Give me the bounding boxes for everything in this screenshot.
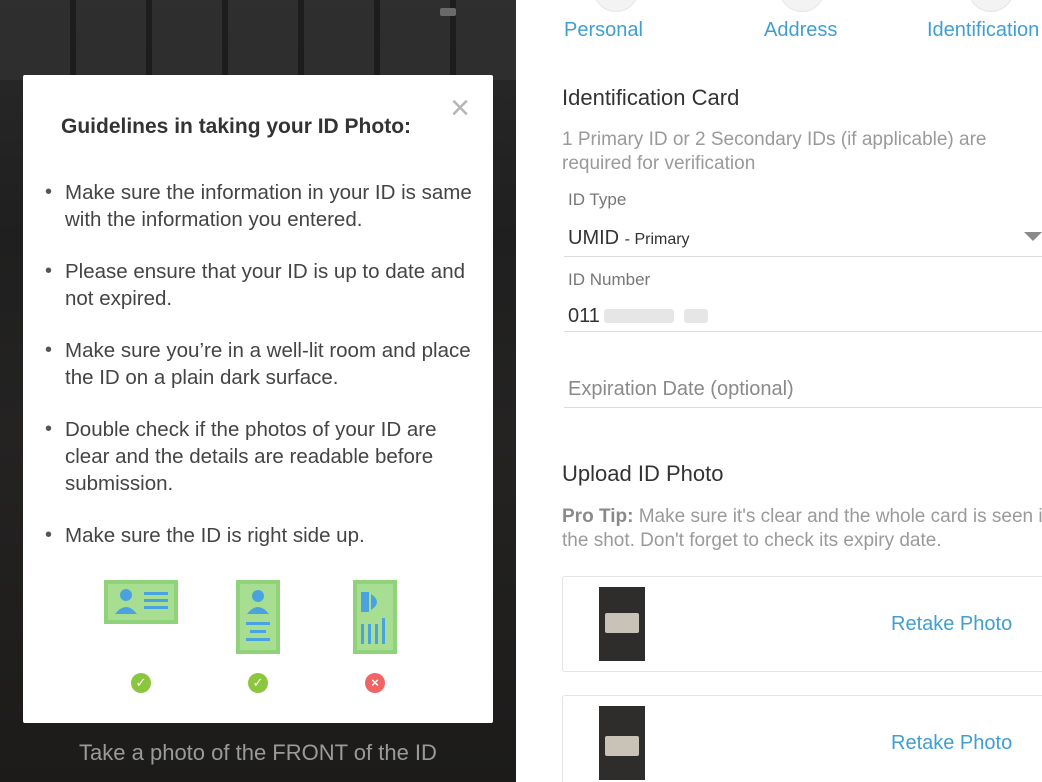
pro-tip-text: Make sure it's clear and the whole card … bbox=[562, 506, 1042, 551]
step-address[interactable]: Address bbox=[764, 19, 837, 42]
photo-thumbnail[interactable] bbox=[599, 706, 645, 780]
id-number-underline bbox=[564, 331, 1042, 332]
check-icon: ✓ bbox=[248, 673, 268, 693]
step-identification[interactable]: Identification bbox=[927, 19, 1039, 42]
guideline-item: • Double check if the photos of your ID … bbox=[45, 416, 475, 497]
id-type-underline bbox=[564, 256, 1042, 257]
example-rotated: × bbox=[353, 580, 397, 693]
upload-id-photo-title: Upload ID Photo bbox=[562, 461, 724, 486]
redacted-value bbox=[604, 309, 674, 323]
id-number-input[interactable]: 011 bbox=[568, 305, 600, 328]
id-landscape-icon bbox=[104, 580, 178, 624]
identification-card-title: Identification Card bbox=[562, 85, 740, 110]
id-type-select[interactable]: UMID - Primary bbox=[568, 227, 690, 250]
bullet-icon: • bbox=[45, 524, 53, 546]
expiration-date-input[interactable]: Expiration Date (optional) bbox=[568, 378, 794, 401]
id-type-label: ID Type bbox=[568, 190, 627, 209]
step-indicator-identification bbox=[968, 0, 1014, 12]
guideline-item: • Make sure you’re in a well-lit room an… bbox=[45, 337, 475, 391]
identification-subtitle: 1 Primary ID or 2 Secondary IDs (if appl… bbox=[562, 129, 987, 174]
bullet-icon: • bbox=[45, 339, 53, 361]
bullet-icon: • bbox=[45, 260, 53, 282]
camera-background-detail bbox=[440, 8, 456, 16]
chevron-down-icon[interactable] bbox=[1024, 232, 1042, 241]
step-personal[interactable]: Personal bbox=[564, 19, 643, 42]
camera-background bbox=[0, 0, 516, 80]
id-portrait-icon bbox=[236, 580, 280, 654]
guideline-text: Double check if the photos of your ID ar… bbox=[65, 418, 437, 495]
guideline-list: • Make sure the information in your ID i… bbox=[45, 179, 475, 574]
step-indicator-address bbox=[779, 0, 825, 12]
cross-icon: × bbox=[365, 673, 385, 693]
uploaded-photo-card: Retake Photo bbox=[562, 695, 1042, 782]
check-icon: ✓ bbox=[131, 673, 151, 693]
guideline-text: Make sure the information in your ID is … bbox=[65, 181, 472, 231]
id-type-suffix: - Primary bbox=[624, 231, 690, 248]
bullet-icon: • bbox=[45, 418, 53, 440]
pro-tip: Pro Tip: Make sure it's clear and the wh… bbox=[562, 505, 1042, 553]
id-rotated-icon bbox=[353, 580, 397, 654]
expiration-date-underline bbox=[564, 407, 1042, 408]
photo-thumbnail[interactable] bbox=[599, 587, 645, 661]
guideline-text: Please ensure that your ID is up to date… bbox=[65, 260, 466, 310]
pro-tip-label: Pro Tip: bbox=[562, 506, 634, 527]
id-orientation-examples: ✓ ✓ × bbox=[23, 580, 493, 700]
id-card-thumbnail bbox=[605, 613, 639, 633]
camera-caption: Take a photo of the FRONT of the ID bbox=[79, 740, 437, 765]
camera-view: Take a photo of the FRONT of the ID × Gu… bbox=[0, 0, 516, 782]
guidelines-modal: × Guidelines in taking your ID Photo: • … bbox=[23, 75, 493, 723]
id-card-thumbnail bbox=[605, 736, 639, 756]
example-portrait: ✓ bbox=[236, 580, 280, 693]
retake-photo-button[interactable]: Retake Photo bbox=[891, 732, 1012, 755]
guideline-item: • Please ensure that your ID is up to da… bbox=[45, 258, 475, 312]
id-type-value: UMID bbox=[568, 227, 620, 249]
guideline-text: Make sure you’re in a well-lit room and … bbox=[65, 339, 471, 389]
guideline-item: • Make sure the ID is right side up. bbox=[45, 522, 475, 549]
uploaded-photo-card: Retake Photo bbox=[562, 576, 1042, 672]
id-number-label: ID Number bbox=[568, 270, 651, 289]
bullet-icon: • bbox=[45, 181, 53, 203]
retake-photo-button[interactable]: Retake Photo bbox=[891, 613, 1012, 636]
guideline-item: • Make sure the information in your ID i… bbox=[45, 179, 475, 233]
step-indicator-personal bbox=[593, 0, 639, 12]
guideline-text: Make sure the ID is right side up. bbox=[65, 524, 365, 547]
redacted-value bbox=[684, 309, 708, 323]
example-landscape: ✓ bbox=[104, 580, 178, 693]
close-icon[interactable]: × bbox=[447, 91, 473, 125]
identification-form: Personal Address Identification Identifi… bbox=[516, 0, 1042, 782]
modal-title: Guidelines in taking your ID Photo: bbox=[61, 115, 412, 138]
